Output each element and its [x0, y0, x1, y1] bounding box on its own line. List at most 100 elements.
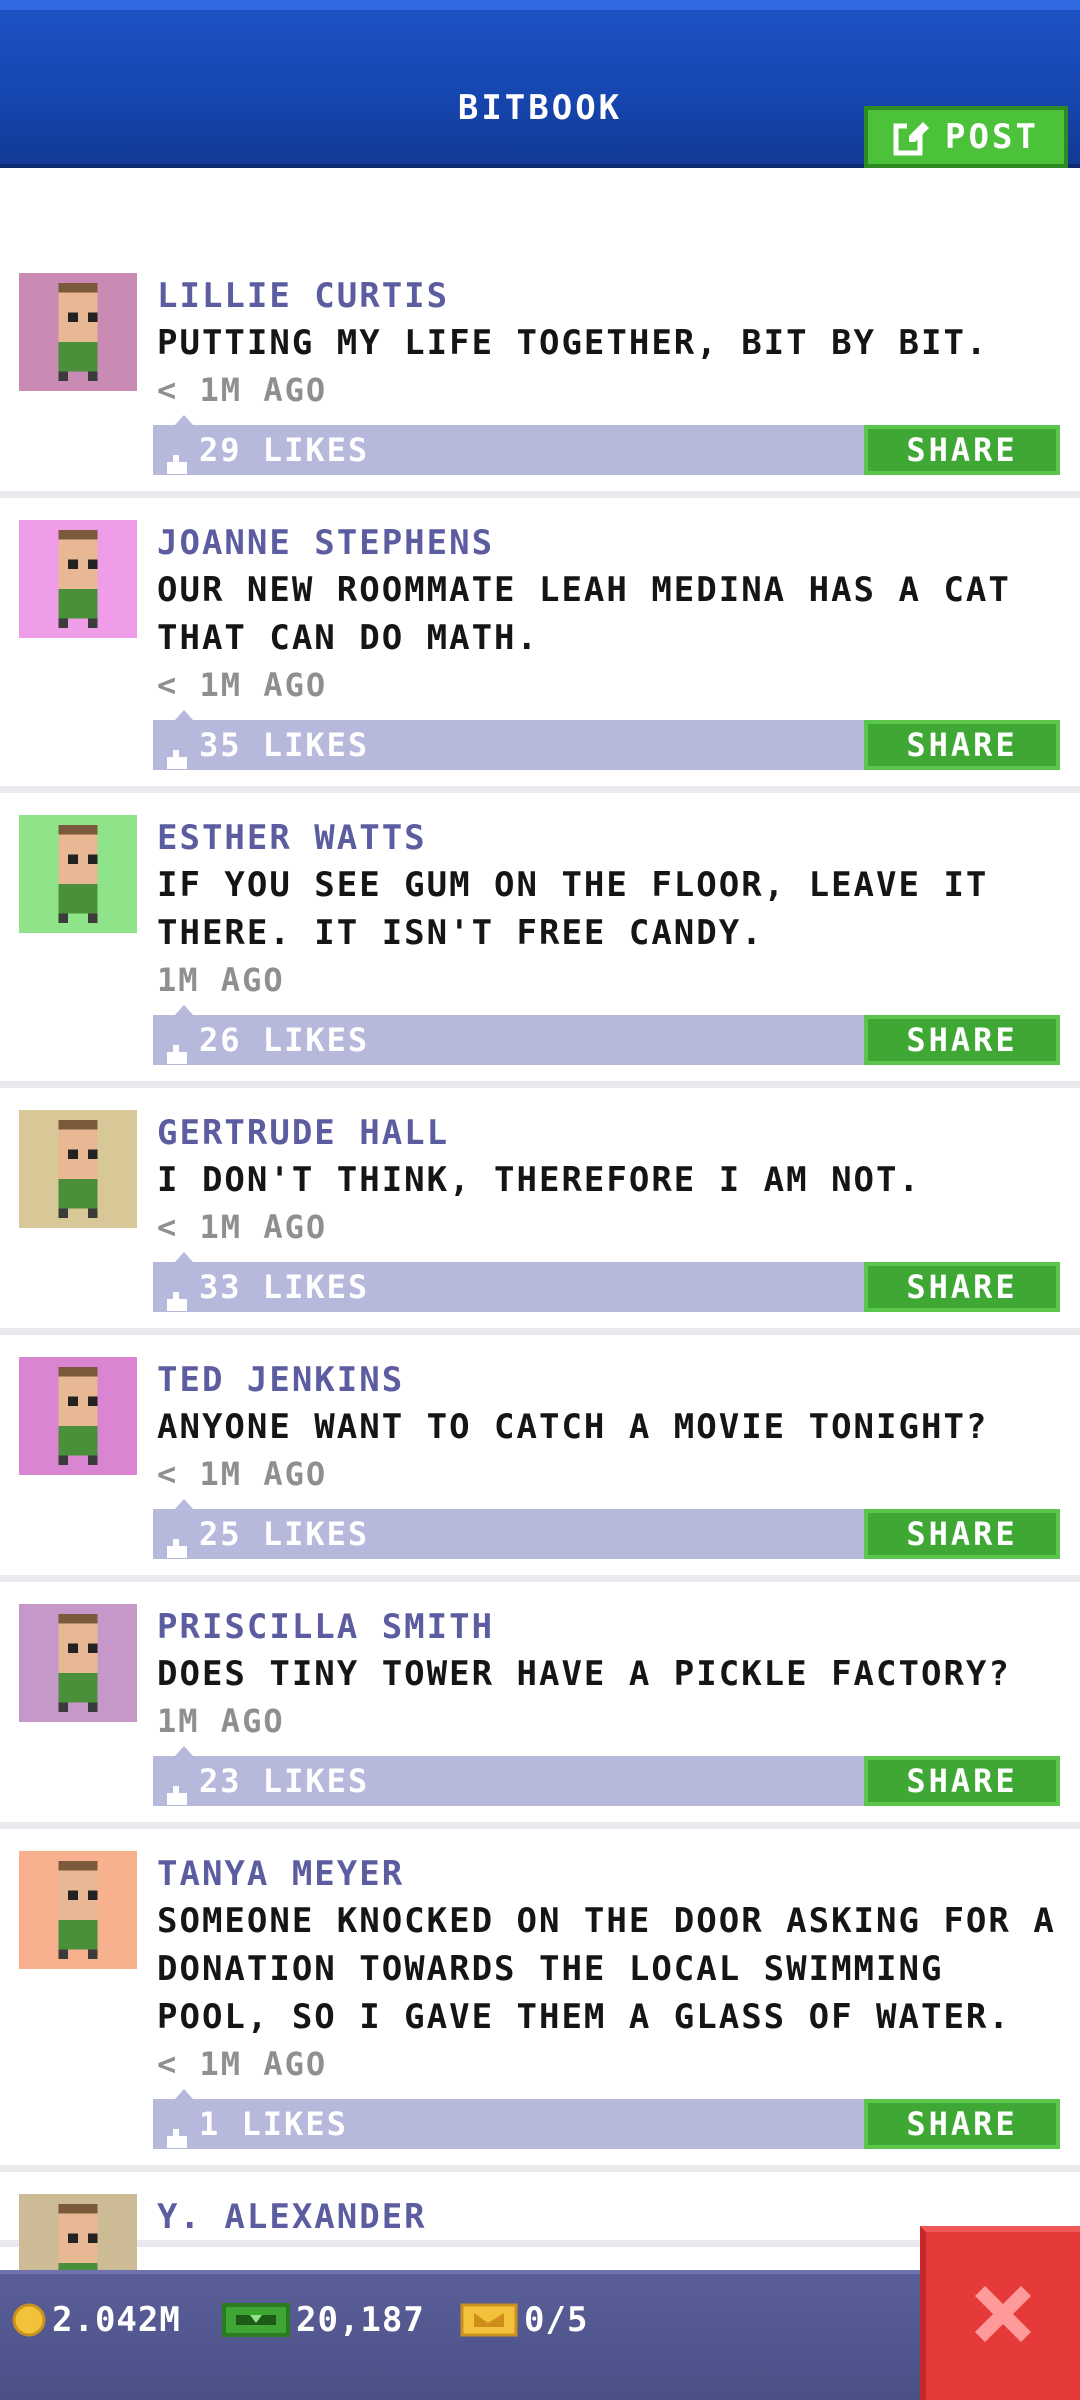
thumbs-up-icon: [165, 1276, 189, 1311]
share-button[interactable]: SHARE: [864, 720, 1060, 770]
post-message: ANYONE WANT TO CATCH A MOVIE TONIGHT?: [157, 1407, 989, 1447]
post-timestamp: < 1M AGO: [157, 666, 328, 704]
avatar[interactable]: [19, 273, 137, 391]
post-message: SOMEONE KNOCKED ON THE DOOR ASKING FOR A…: [157, 1901, 1056, 2037]
feed-post: PRISCILLA SMITH DOES TINY TOWER HAVE A PI…: [0, 1582, 1080, 1829]
post-timestamp: 1M AGO: [157, 1702, 285, 1740]
post-timestamp: < 1M AGO: [157, 1455, 328, 1493]
share-button[interactable]: SHARE: [864, 2099, 1060, 2149]
feed-post: LILLIE CURTIS PUTTING MY LIFE TOGETHER, B…: [0, 273, 1080, 498]
likes-bar-notch: [175, 1746, 193, 1756]
avatar[interactable]: [19, 1357, 137, 1475]
likes-count: 29 LIKES: [199, 431, 370, 469]
likes-count: 35 LIKES: [199, 726, 370, 764]
thumbs-up-icon: [165, 1523, 189, 1558]
bottom-status-bar: 2.042M 20,187 0/5: [0, 2270, 1080, 2400]
share-button[interactable]: SHARE: [864, 1262, 1060, 1312]
coin-icon: [12, 2303, 46, 2337]
post-author[interactable]: PRISCILLA SMITH: [157, 1604, 1066, 1650]
avatar[interactable]: [19, 815, 137, 933]
like-button[interactable]: 25 LIKES: [165, 1509, 369, 1559]
likes-bar-notch: [175, 710, 193, 720]
post-message: OUR NEW ROOMMATE LEAH MEDINA HAS A CAT T…: [157, 570, 1011, 658]
post-body: TANYA MEYER SOMEONE KNOCKED ON THE DOOR A…: [157, 1851, 1066, 2087]
share-button[interactable]: SHARE: [864, 425, 1060, 475]
thumbs-up-icon: [165, 1029, 189, 1064]
share-button[interactable]: SHARE: [864, 1015, 1060, 1065]
feed-post: TANYA MEYER SOMEONE KNOCKED ON THE DOOR A…: [0, 1829, 1080, 2172]
coins-stat: 2.042M: [12, 2300, 181, 2340]
tickets-value: 0/5: [524, 2300, 589, 2340]
share-button[interactable]: SHARE: [864, 1509, 1060, 1559]
post-body: TED JENKINS ANYONE WANT TO CATCH A MOVIE …: [157, 1357, 1066, 1497]
feed-post: JOANNE STEPHENS OUR NEW ROOMMATE LEAH MED…: [0, 498, 1080, 793]
avatar[interactable]: [19, 2194, 137, 2270]
bux-icon: [222, 2301, 290, 2339]
likes-count: 1 LIKES: [199, 2105, 348, 2143]
like-button[interactable]: 33 LIKES: [165, 1262, 369, 1312]
likes-bar: 25 LIKES SHARE: [153, 1499, 1060, 1559]
post-message: PUTTING MY LIFE TOGETHER, BIT BY BIT.: [157, 323, 989, 363]
likes-bar: 35 LIKES SHARE: [153, 710, 1060, 770]
post-button[interactable]: POST: [864, 106, 1068, 168]
likes-bar-notch: [175, 1499, 193, 1509]
ticket-icon: [460, 2303, 518, 2337]
feed-post: ESTHER WATTS IF YOU SEE GUM ON THE FLOOR,…: [0, 793, 1080, 1088]
post-author[interactable]: TED JENKINS: [157, 1357, 1066, 1403]
edit-icon: [893, 118, 931, 156]
post-author[interactable]: GERTRUDE HALL: [157, 1110, 1066, 1156]
post-message: I DON'T THINK, THEREFORE I AM NOT.: [157, 1160, 921, 1200]
coins-value: 2.042M: [52, 2300, 181, 2340]
like-button[interactable]: 1 LIKES: [165, 2099, 348, 2149]
likes-bar: 26 LIKES SHARE: [153, 1005, 1060, 1065]
app-header: BITBOOK POST: [0, 0, 1080, 168]
likes-bar: 1 LIKES SHARE: [153, 2089, 1060, 2149]
avatar[interactable]: [19, 1604, 137, 1722]
post-author[interactable]: JOANNE STEPHENS: [157, 520, 1066, 566]
like-button[interactable]: 26 LIKES: [165, 1015, 369, 1065]
post-body: PRISCILLA SMITH DOES TINY TOWER HAVE A PI…: [157, 1604, 1066, 1744]
tickets-stat: 0/5: [460, 2300, 588, 2340]
post-author[interactable]: LILLIE CURTIS: [157, 273, 1066, 319]
post-timestamp: < 1M AGO: [157, 1208, 328, 1246]
likes-bar: 33 LIKES SHARE: [153, 1252, 1060, 1312]
like-button[interactable]: 35 LIKES: [165, 720, 369, 770]
post-author[interactable]: ESTHER WATTS: [157, 815, 1066, 861]
post-author[interactable]: TANYA MEYER: [157, 1851, 1066, 1897]
feed-post: GERTRUDE HALL I DON'T THINK, THEREFORE I …: [0, 1088, 1080, 1335]
post-message: DOES TINY TOWER HAVE A PICKLE FACTORY?: [157, 1654, 1011, 1694]
feed-post: TED JENKINS ANYONE WANT TO CATCH A MOVIE …: [0, 1335, 1080, 1582]
likes-bar-notch: [175, 2089, 193, 2099]
post-timestamp: < 1M AGO: [157, 371, 328, 409]
like-button[interactable]: 29 LIKES: [165, 425, 369, 475]
like-button[interactable]: 23 LIKES: [165, 1756, 369, 1806]
post-message: IF YOU SEE GUM ON THE FLOOR, LEAVE IT TH…: [157, 865, 989, 953]
likes-count: 33 LIKES: [199, 1268, 370, 1306]
likes-bar-notch: [175, 415, 193, 425]
likes-count: 23 LIKES: [199, 1762, 370, 1800]
post-body: GERTRUDE HALL I DON'T THINK, THEREFORE I …: [157, 1110, 1066, 1250]
post-body: LILLIE CURTIS PUTTING MY LIFE TOGETHER, B…: [157, 273, 1066, 413]
thumbs-up-icon: [165, 734, 189, 769]
close-icon: [963, 2274, 1043, 2358]
close-button[interactable]: [920, 2226, 1080, 2400]
avatar[interactable]: [19, 520, 137, 638]
likes-bar: 23 LIKES SHARE: [153, 1746, 1060, 1806]
post-timestamp: < 1M AGO: [157, 2045, 328, 2083]
news-feed[interactable]: LILLIE CURTIS PUTTING MY LIFE TOGETHER, B…: [0, 168, 1080, 2270]
likes-bar-notch: [175, 1005, 193, 1015]
share-button[interactable]: SHARE: [864, 1756, 1060, 1806]
thumbs-up-icon: [165, 2113, 189, 2148]
feed-post: Y. ALEXANDER: [0, 2172, 1080, 2270]
avatar[interactable]: [19, 1851, 137, 1969]
likes-count: 26 LIKES: [199, 1021, 370, 1059]
thumbs-up-icon: [165, 439, 189, 474]
post-button-label: POST: [945, 117, 1039, 157]
post-timestamp: 1M AGO: [157, 961, 285, 999]
post-body: ESTHER WATTS IF YOU SEE GUM ON THE FLOOR,…: [157, 815, 1066, 1003]
likes-bar-notch: [175, 1252, 193, 1262]
post-body: JOANNE STEPHENS OUR NEW ROOMMATE LEAH MED…: [157, 520, 1066, 708]
thumbs-up-icon: [165, 1770, 189, 1805]
likes-count: 25 LIKES: [199, 1515, 370, 1553]
avatar[interactable]: [19, 1110, 137, 1228]
